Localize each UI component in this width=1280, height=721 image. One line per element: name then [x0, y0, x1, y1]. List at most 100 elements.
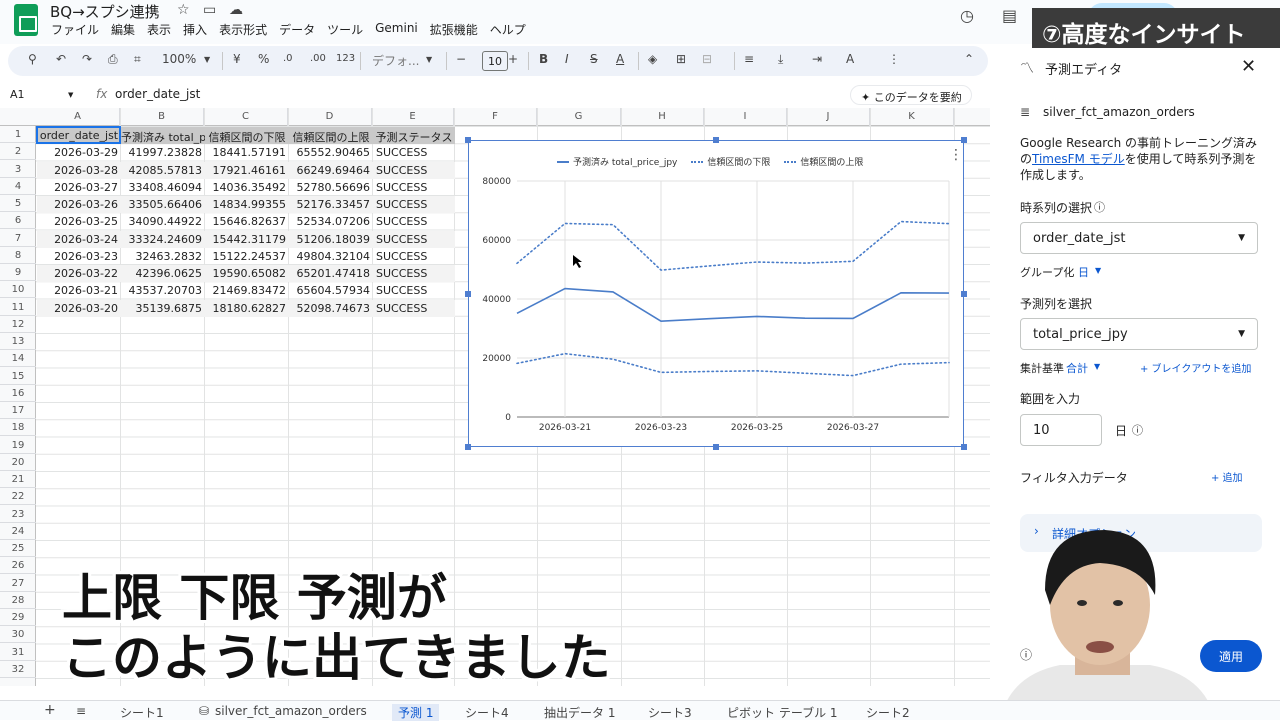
row-header[interactable]: 25: [0, 540, 36, 557]
table-cell[interactable]: SUCCESS: [373, 231, 455, 248]
column-header[interactable]: J: [787, 108, 870, 126]
table-cell[interactable]: SUCCESS: [373, 265, 455, 282]
menu-help[interactable]: ヘルプ: [490, 21, 533, 38]
table-cell[interactable]: SUCCESS: [373, 282, 455, 299]
column-header[interactable]: K: [870, 108, 954, 126]
chevron-down-icon[interactable]: ▼: [204, 55, 210, 64]
forecast-chart[interactable]: 予測済み total_price_jpy 信頼区間の下限 信頼区間の上限 ⋮ 8…: [468, 140, 964, 447]
table-cell[interactable]: 52780.56696: [289, 179, 373, 196]
column-header[interactable]: F: [454, 108, 537, 126]
sheet-tab[interactable]: 抽出データ 1: [544, 704, 615, 721]
sheet-tab-active[interactable]: 予測 1: [392, 704, 440, 721]
row-header[interactable]: 18: [0, 419, 36, 437]
table-cell[interactable]: 18441.57191: [205, 144, 289, 161]
more-formats[interactable]: 123: [336, 53, 355, 64]
table-cell[interactable]: 18180.62827: [205, 300, 289, 317]
column-header[interactable]: C: [204, 108, 288, 126]
table-cell[interactable]: 51206.18039: [289, 231, 373, 248]
table-cell[interactable]: 33324.24609: [121, 231, 205, 248]
table-cell[interactable]: 2026-03-29: [37, 144, 121, 161]
sheet-tab[interactable]: シート2: [866, 704, 910, 721]
borders-icon[interactable]: ⊞: [676, 52, 686, 66]
data-source-name[interactable]: silver_fct_amazon_orders: [1043, 105, 1195, 119]
text-color-icon[interactable]: A: [616, 52, 624, 66]
row-header[interactable]: 22: [0, 488, 36, 506]
menu-tools[interactable]: ツール: [327, 21, 370, 38]
table-cell[interactable]: 33505.66406: [121, 196, 205, 213]
table-cell[interactable]: 49804.32104: [289, 248, 373, 265]
wrap-icon[interactable]: ⇥: [812, 52, 822, 66]
cell-reference[interactable]: A1: [10, 88, 25, 101]
table-cell[interactable]: 2026-03-28: [37, 162, 121, 179]
table-cell[interactable]: SUCCESS: [373, 196, 455, 213]
table-cell[interactable]: 2026-03-22: [37, 265, 121, 282]
chevron-down-icon[interactable]: ▼: [1095, 266, 1101, 275]
row-header[interactable]: 2: [0, 143, 36, 161]
table-header-cell[interactable]: 予測済み total_p: [121, 127, 205, 144]
row-header[interactable]: 20: [0, 454, 36, 471]
table-cell[interactable]: 14834.99355: [205, 196, 289, 213]
table-cell[interactable]: 32463.2832: [121, 248, 205, 265]
folder-icon[interactable]: ▭: [203, 2, 216, 18]
print-icon[interactable]: ⎙: [108, 52, 118, 67]
row-header[interactable]: 30: [0, 626, 36, 644]
row-header[interactable]: 19: [0, 437, 36, 454]
info-icon[interactable]: ⓘ: [1132, 422, 1143, 438]
table-cell[interactable]: 65552.90465: [289, 144, 373, 161]
row-header[interactable]: 28: [0, 592, 36, 609]
column-header[interactable]: H: [621, 108, 704, 126]
row-header[interactable]: 23: [0, 506, 36, 523]
chevron-down-icon[interactable]: ▼: [426, 55, 432, 64]
sheet-tab[interactable]: シート1: [120, 704, 164, 721]
row-header[interactable]: 4: [0, 178, 36, 195]
row-header[interactable]: 8: [0, 247, 36, 264]
table-cell[interactable]: 15646.82637: [205, 213, 289, 230]
row-header[interactable]: 26: [0, 557, 36, 575]
sheets-logo-icon[interactable]: [14, 4, 38, 36]
table-cell[interactable]: 2026-03-25: [37, 213, 121, 230]
menu-gemini[interactable]: Gemini: [375, 21, 425, 38]
cloud-icon[interactable]: ☁: [229, 2, 243, 18]
table-cell[interactable]: 52176.33457: [289, 196, 373, 213]
range-input[interactable]: 10: [1020, 414, 1102, 446]
agg-select[interactable]: 合計: [1066, 360, 1088, 376]
table-cell[interactable]: SUCCESS: [373, 162, 455, 179]
table-cell[interactable]: 2026-03-21: [37, 282, 121, 299]
table-cell[interactable]: 41997.23828: [121, 144, 205, 161]
rotate-text-icon[interactable]: A: [846, 52, 854, 66]
row-header[interactable]: 3: [0, 161, 36, 178]
row-header[interactable]: 31: [0, 644, 36, 661]
row-header[interactable]: 17: [0, 402, 36, 419]
close-icon[interactable]: ✕: [1241, 56, 1256, 77]
table-cell[interactable]: 42085.57813: [121, 162, 205, 179]
table-cell[interactable]: 19590.65082: [205, 265, 289, 282]
row-header[interactable]: 21: [0, 471, 36, 488]
align-icon[interactable]: ≡: [744, 52, 754, 66]
table-cell[interactable]: 42396.0625: [121, 265, 205, 282]
row-header[interactable]: 15: [0, 368, 36, 385]
row-header[interactable]: 5: [0, 195, 36, 212]
info-icon[interactable]: ⓘ: [1094, 199, 1105, 215]
menu-data[interactable]: データ: [279, 21, 322, 38]
table-cell[interactable]: 2026-03-23: [37, 248, 121, 265]
row-header[interactable]: 16: [0, 385, 36, 402]
table-cell[interactable]: 33408.46094: [121, 179, 205, 196]
menu-file[interactable]: ファイル: [51, 21, 106, 38]
column-header[interactable]: G: [537, 108, 621, 126]
series-select[interactable]: order_date_jst ▼: [1020, 222, 1258, 254]
font-select[interactable]: デフォ...: [372, 52, 419, 69]
table-cell[interactable]: 2026-03-27: [37, 179, 121, 196]
table-cell[interactable]: 2026-03-24: [37, 231, 121, 248]
menu-format[interactable]: 表示形式: [219, 21, 274, 38]
table-cell[interactable]: 15122.24537: [205, 248, 289, 265]
table-cell[interactable]: 65604.57934: [289, 282, 373, 299]
font-size-plus-icon[interactable]: +: [508, 52, 518, 66]
zoom-select[interactable]: 100%: [162, 52, 196, 66]
search-menu-icon[interactable]: ⚲: [28, 52, 37, 66]
table-header-cell[interactable]: 予測ステータス: [373, 127, 455, 144]
sheet-tab[interactable]: silver_fct_amazon_orders: [215, 704, 367, 718]
more-vert-icon[interactable]: ⋮: [888, 52, 900, 66]
filter-add-button[interactable]: + 追加: [1211, 469, 1243, 484]
table-cell[interactable]: 21469.83472: [205, 282, 289, 299]
group-select[interactable]: 日: [1078, 264, 1089, 280]
